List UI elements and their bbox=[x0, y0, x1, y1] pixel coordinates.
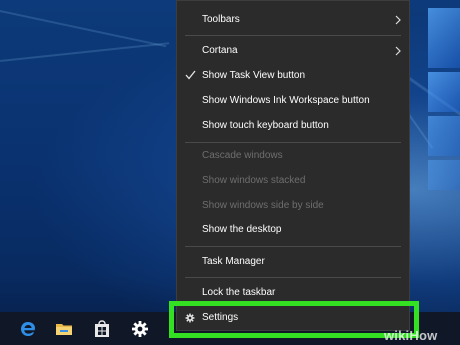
settings-highlight-box bbox=[169, 301, 419, 338]
menu-item-windows-stacked: Show windows stacked bbox=[177, 169, 409, 193]
menu-item-cortana[interactable]: Cortana bbox=[177, 39, 409, 63]
menu-item-task-manager[interactable]: Task Manager bbox=[177, 250, 409, 274]
watermark-text: How bbox=[409, 328, 438, 343]
checkmark-icon bbox=[185, 70, 196, 80]
settings-gear-icon[interactable] bbox=[124, 312, 156, 345]
menu-item-show-ink-workspace[interactable]: Show Windows Ink Workspace button bbox=[177, 89, 409, 113]
menu-item-label: Show Windows Ink Workspace button bbox=[202, 95, 370, 106]
menu-item-show-task-view[interactable]: Show Task View button bbox=[177, 64, 409, 88]
windows-logo-pane bbox=[428, 72, 460, 112]
menu-item-toolbars[interactable]: Toolbars bbox=[177, 8, 409, 32]
light-ray bbox=[0, 10, 167, 48]
chevron-right-icon bbox=[395, 15, 401, 25]
menu-item-label: Show windows stacked bbox=[202, 175, 306, 186]
menu-item-show-touch-keyboard[interactable]: Show touch keyboard button bbox=[177, 114, 409, 138]
menu-separator bbox=[185, 35, 401, 36]
edge-icon[interactable] bbox=[12, 312, 44, 345]
menu-item-label: Show Task View button bbox=[202, 70, 306, 81]
menu-item-windows-side-by-side: Show windows side by side bbox=[177, 194, 409, 218]
menu-separator bbox=[185, 277, 401, 278]
wikihow-watermark: wikiHow bbox=[384, 328, 437, 343]
menu-item-label: Show windows side by side bbox=[202, 200, 324, 211]
file-explorer-icon[interactable] bbox=[48, 312, 80, 345]
watermark-text: wiki bbox=[384, 328, 410, 343]
menu-separator bbox=[185, 246, 401, 247]
menu-item-label: Cortana bbox=[202, 45, 238, 56]
menu-item-label: Show the desktop bbox=[202, 224, 282, 235]
taskbar-context-menu: Toolbars Cortana Show Task View button S… bbox=[176, 0, 410, 331]
windows-logo-pane bbox=[428, 116, 460, 156]
chevron-right-icon bbox=[395, 46, 401, 56]
menu-separator bbox=[185, 142, 401, 143]
store-icon[interactable] bbox=[86, 312, 118, 345]
windows-logo-pane bbox=[428, 8, 460, 68]
menu-item-show-desktop[interactable]: Show the desktop bbox=[177, 218, 409, 242]
menu-item-label: Show touch keyboard button bbox=[202, 120, 329, 131]
windows-logo-pane bbox=[428, 160, 460, 190]
menu-item-cascade-windows: Cascade windows bbox=[177, 144, 409, 168]
light-ray bbox=[0, 42, 170, 62]
menu-item-label: Cascade windows bbox=[202, 150, 283, 161]
menu-item-label: Toolbars bbox=[202, 14, 240, 25]
menu-item-label: Task Manager bbox=[202, 256, 265, 267]
